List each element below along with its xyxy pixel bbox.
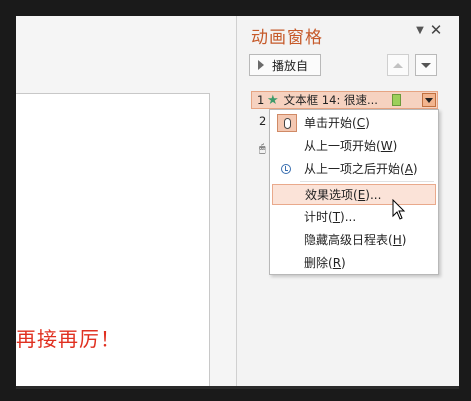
arrow-down-icon [421,62,431,68]
mouse-icon: 🖱 [259,142,266,155]
move-down-button[interactable] [415,54,437,76]
animation-item-index: 1 [257,93,265,107]
clock-icon [281,164,291,174]
screenshot-frame: 再接再厉！ 动画窗格 ▼ ✕ 播放自 1 ★ 文本框 14: 很速... 2 🖱 [0,0,471,401]
menu-item-after-previous[interactable]: 从上一项之后开始(A) [272,159,436,180]
frame-border-right [459,0,471,401]
frame-border-left [0,0,16,401]
frame-border-bottom [0,389,471,401]
chevron-down-icon[interactable]: ▼ [414,25,426,37]
frame-border-top [0,0,471,16]
accelerator-key: C [356,116,366,130]
accelerator-key: W [380,139,393,153]
chevron-down-icon [425,97,433,103]
menu-item-label: 从上一项之后开始 [304,162,401,176]
mouse-icon [277,114,297,132]
menu-item-label: 删除 [304,256,329,270]
animation-context-menu: 单击开始(C) 从上一项开始(W) 从上一项之后开始(A) 效果选项(E)...… [269,109,439,275]
menu-item-with-previous[interactable]: 从上一项开始(W) [272,136,436,157]
menu-item-start-on-click[interactable]: 单击开始(C) [272,113,436,134]
play-from-button[interactable]: 播放自 [249,54,321,76]
accelerator-key: E [357,188,366,202]
animation-item-name: 文本框 14: 很速... [283,93,378,107]
menu-item-label: 隐藏高级日程表 [304,233,389,247]
accelerator-key: H [392,233,402,247]
animation-item-dropdown-button[interactable] [422,93,436,107]
pane-title: 动画窗格 [251,28,323,48]
slide-text-box[interactable]: 再接再厉！ [16,323,121,352]
accelerator-key: T [332,210,341,224]
menu-item-ellipsis: ... [344,210,357,224]
play-icon [258,60,264,70]
play-from-label: 播放自 [272,58,309,73]
menu-item-remove[interactable]: 删除(R) [272,253,436,274]
accelerator-key: A [404,162,413,176]
menu-item-ellipsis: ... [369,188,382,202]
star-icon: ★ [267,92,279,108]
menu-separator [300,181,434,182]
close-icon[interactable]: ✕ [429,22,443,38]
menu-item-effect-options[interactable]: 效果选项(E)... [272,184,436,205]
menu-item-hide-advanced-timeline[interactable]: 隐藏高级日程表(H) [272,230,436,251]
move-up-button[interactable] [387,54,409,76]
animation-item-2[interactable]: 2 [259,114,266,128]
animation-item-1[interactable]: 1 ★ 文本框 14: 很速... [251,91,438,109]
arrow-up-icon [393,62,403,68]
mouse-cursor-icon [392,199,406,220]
timing-bar[interactable] [392,94,401,106]
menu-item-timing[interactable]: 计时(T)... [272,207,436,228]
menu-item-label: 单击开始 [304,116,353,130]
accelerator-key: R [332,256,342,270]
menu-item-label: 从上一项开始 [304,139,377,153]
menu-item-label: 效果选项 [305,188,354,202]
menu-item-label: 计时 [304,210,329,224]
frame-shadow [16,386,459,389]
